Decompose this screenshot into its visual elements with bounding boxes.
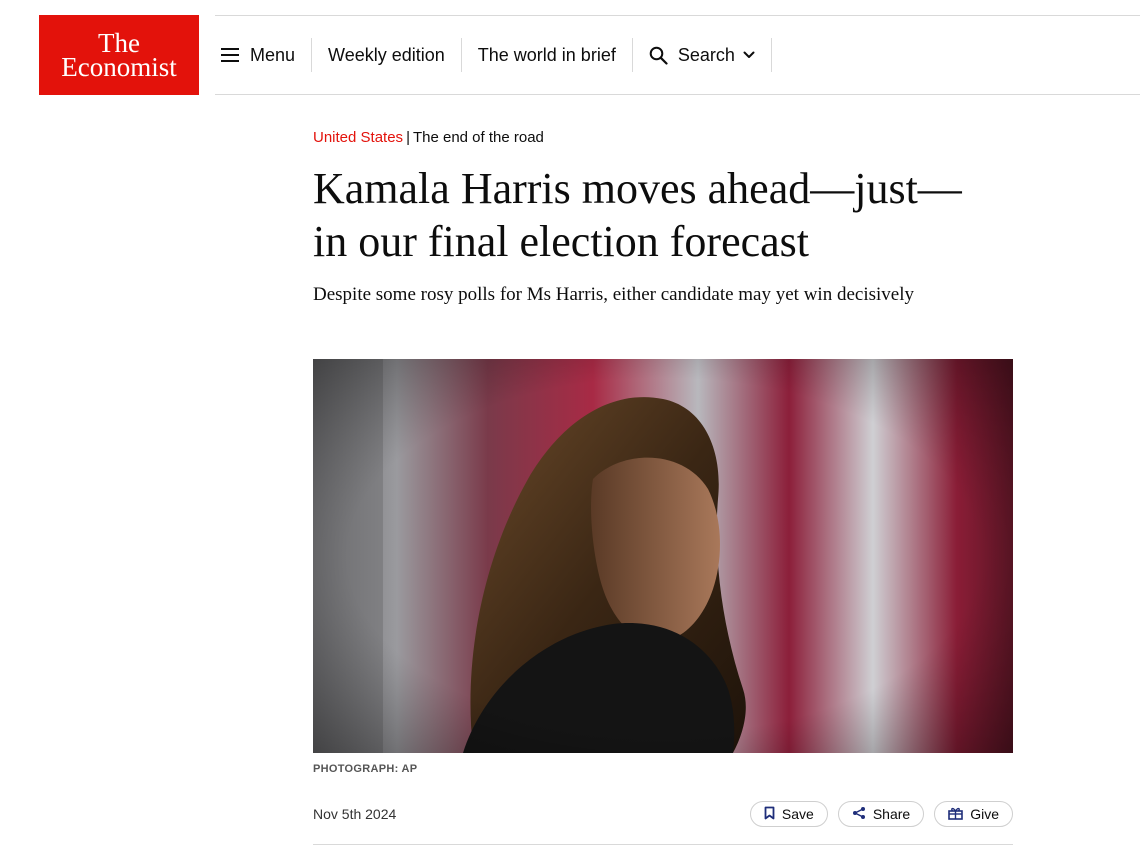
- economist-logo[interactable]: The Economist: [39, 15, 199, 95]
- menu-label: Menu: [250, 44, 296, 65]
- flytitle: The end of the road: [412, 129, 544, 146]
- search-icon: [649, 46, 668, 65]
- bookmark-icon: [764, 806, 782, 823]
- hamburger-icon: [221, 48, 239, 62]
- menu-button[interactable]: Menu: [215, 38, 311, 72]
- rubric: United States | The end of the road: [313, 128, 1013, 148]
- rubric-separator: |: [406, 129, 410, 146]
- chevron-down-icon: [743, 51, 755, 59]
- logo-line-economist: Economist: [61, 52, 177, 82]
- article-divider: [313, 844, 1013, 845]
- standfirst: Despite some rosy polls for Ms Harris, e…: [313, 284, 914, 305]
- search-button[interactable]: Search: [633, 38, 771, 72]
- section-link[interactable]: United States: [313, 129, 403, 146]
- article-header: United States | The end of the road Kamala…: [313, 128, 1013, 308]
- main-nav: Menu Weekly edition The world in brief S…: [215, 38, 772, 72]
- share-icon: [852, 806, 873, 823]
- headline: Kamala Harris moves ahead—just—in our fi…: [313, 164, 962, 266]
- nav-top-divider: [215, 15, 1140, 16]
- gift-icon: [948, 806, 970, 823]
- lead-photo-image: [313, 359, 1013, 753]
- give-button[interactable]: Give: [934, 801, 1013, 827]
- share-button[interactable]: Share: [837, 801, 925, 827]
- world-in-brief-link[interactable]: The world in brief: [462, 38, 632, 72]
- save-label: Save: [781, 806, 814, 822]
- world-in-brief-label: The world in brief: [477, 44, 616, 65]
- lead-photo: [313, 359, 1013, 753]
- weekly-edition-label: Weekly edition: [328, 44, 445, 65]
- search-label: Search: [677, 44, 735, 65]
- masthead: The Economist Menu Weekly edition The wo…: [0, 0, 1140, 96]
- weekly-edition-link[interactable]: Weekly edition: [312, 38, 461, 72]
- publish-date: Nov 5th 2024: [313, 806, 397, 822]
- article-actions: Save Share Give: [749, 801, 1013, 827]
- nav-bottom-divider: [215, 94, 1140, 95]
- nav-divider: [770, 38, 772, 72]
- save-button[interactable]: Save: [749, 801, 828, 827]
- give-label: Give: [970, 806, 999, 822]
- photo-credit: PHOTOGRAPH: AP: [313, 763, 418, 775]
- share-label: Share: [872, 806, 911, 822]
